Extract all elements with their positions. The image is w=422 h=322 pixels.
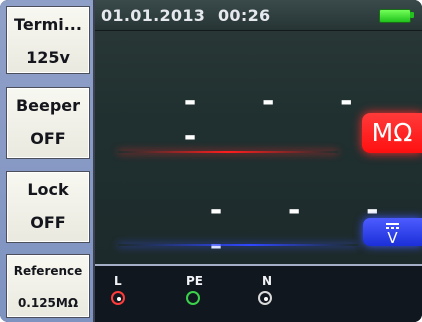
terminal-n-indicator-icon [258, 291, 272, 305]
beeper-softkey-title: Beeper [15, 96, 81, 115]
voltage-glow-line [118, 244, 358, 246]
battery-tip-icon [410, 12, 414, 18]
beeper-softkey[interactable]: Beeper OFF [6, 87, 90, 159]
megaohm-unit-badge: MΩ [362, 113, 422, 153]
reference-softkey[interactable]: Reference 0.125MΩ [6, 254, 90, 318]
terminal-n-label: N [262, 274, 273, 288]
lock-softkey-value: OFF [30, 213, 66, 232]
lock-softkey[interactable]: Lock OFF [6, 171, 90, 243]
terminal-pe-indicator-icon [186, 291, 200, 305]
status-date: 01.01.2013 [101, 6, 206, 25]
reference-softkey-value: 0.125MΩ [17, 296, 79, 310]
terminal-voltage-softkey[interactable]: Termi... 125v [6, 6, 90, 74]
terminal-l-label: L [114, 274, 122, 288]
reference-softkey-title: Reference [13, 264, 83, 278]
terminal-l-indicator-icon [111, 291, 125, 305]
resistance-glow-line [118, 151, 338, 153]
dc-voltage-icon: V [386, 223, 399, 247]
beeper-softkey-value: OFF [30, 129, 66, 148]
terminal-voltage-softkey-value: 125v [26, 48, 70, 67]
svg-text:V: V [387, 229, 398, 246]
meter-display: Termi... 125v Beeper OFF Lock OFF Refere… [0, 0, 422, 322]
terminal-pe-label: PE [186, 274, 203, 288]
lock-softkey-title: Lock [27, 180, 69, 199]
voltage-unit-badge: V [363, 218, 422, 247]
terminal-voltage-softkey-title: Termi... [14, 15, 82, 34]
status-time: 00:26 [218, 6, 271, 25]
battery-icon [379, 9, 411, 23]
